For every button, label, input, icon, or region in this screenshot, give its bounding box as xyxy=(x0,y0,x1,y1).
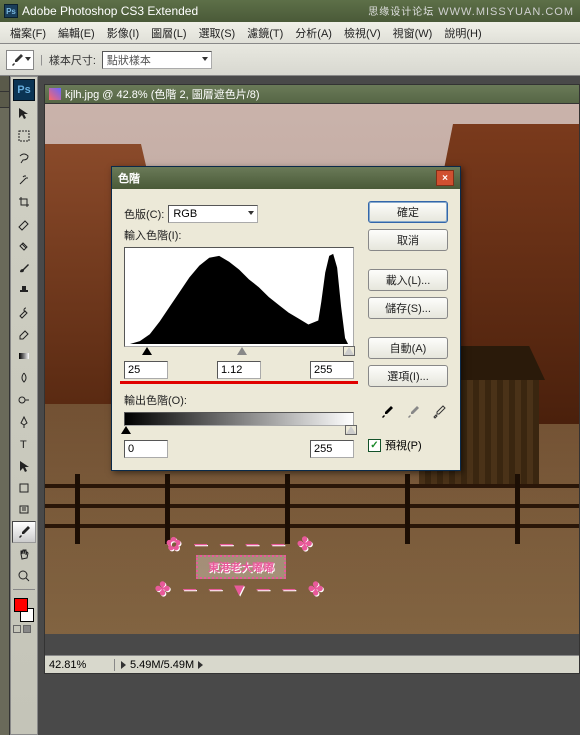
white-eyedropper[interactable] xyxy=(430,403,448,421)
type-tool[interactable]: T xyxy=(12,433,36,455)
menu-window[interactable]: 視窗(W) xyxy=(387,23,439,43)
sample-size-combo[interactable]: 點狀樣本 xyxy=(102,51,212,69)
toolbox: Ps T xyxy=(10,76,38,735)
menu-analysis[interactable]: 分析(A) xyxy=(289,23,338,43)
menu-view[interactable]: 檢視(V) xyxy=(338,23,387,43)
palette-well[interactable] xyxy=(0,76,10,735)
blur-tool[interactable] xyxy=(12,367,36,389)
input-gamma-field[interactable] xyxy=(217,361,261,379)
document-icon xyxy=(49,88,61,100)
disclosure-icon xyxy=(121,661,126,669)
zoom-field[interactable]: 42.81% xyxy=(45,659,115,671)
quickmask-toggle[interactable] xyxy=(12,624,36,636)
output-gradient xyxy=(124,412,354,426)
histogram xyxy=(124,247,354,347)
channel-label: 色版(C): xyxy=(124,206,164,222)
menu-file[interactable]: 檔案(F) xyxy=(4,23,52,43)
menu-edit[interactable]: 編輯(E) xyxy=(52,23,101,43)
pen-tool[interactable] xyxy=(12,411,36,433)
lasso-tool[interactable] xyxy=(12,147,36,169)
color-swatches[interactable] xyxy=(12,596,36,624)
eraser-tool[interactable] xyxy=(12,323,36,345)
menu-layer[interactable]: 圖層(L) xyxy=(145,23,192,43)
menu-image[interactable]: 影像(I) xyxy=(101,23,145,43)
white-point-handle[interactable] xyxy=(344,347,354,355)
input-slider[interactable] xyxy=(124,347,354,359)
input-levels-label: 輸入色階(I): xyxy=(124,227,181,243)
notes-tool[interactable] xyxy=(12,499,36,521)
gradient-tool[interactable] xyxy=(12,345,36,367)
menu-select[interactable]: 選取(S) xyxy=(193,23,242,43)
ok-button[interactable]: 確定 xyxy=(368,201,448,223)
marquee-tool[interactable] xyxy=(12,125,36,147)
workspace: Ps T kjlh.jpg @ 42 xyxy=(0,76,580,735)
cancel-button[interactable]: 取消 xyxy=(368,229,448,251)
close-button[interactable]: × xyxy=(436,170,454,186)
wand-tool[interactable] xyxy=(12,169,36,191)
output-slider[interactable] xyxy=(124,426,354,438)
disclosure-icon xyxy=(198,661,203,669)
heal-tool[interactable] xyxy=(12,235,36,257)
slice-tool[interactable] xyxy=(12,213,36,235)
ps-app-icon: Ps xyxy=(4,4,18,18)
canvas-area: kjlh.jpg @ 42.8% (色階 2, 圖層遮色片/8) xyxy=(38,76,580,735)
menubar: 檔案(F) 編輯(E) 影像(I) 圖層(L) 選取(S) 濾鏡(T) 分析(A… xyxy=(0,22,580,44)
zoom-tool[interactable] xyxy=(12,565,36,587)
dialog-title: 色階 xyxy=(118,170,436,186)
options-bar: | 樣本尺寸: 點狀樣本 xyxy=(0,44,580,76)
black-eyedropper[interactable] xyxy=(378,403,396,421)
document-titlebar[interactable]: kjlh.jpg @ 42.8% (色階 2, 圖層遮色片/8) xyxy=(44,84,580,104)
output-black-field[interactable] xyxy=(124,440,168,458)
sample-size-label: 樣本尺寸: xyxy=(49,52,96,68)
levels-dialog: 色階 × 色版(C): RGB 輸入色階(I): xyxy=(111,166,461,471)
output-white-field[interactable] xyxy=(310,440,354,458)
document-title: kjlh.jpg @ 42.8% (色階 2, 圖層遮色片/8) xyxy=(65,86,260,102)
brush-tool[interactable] xyxy=(12,257,36,279)
fg-swatch[interactable] xyxy=(14,598,28,612)
ps-logo-icon: Ps xyxy=(13,79,35,101)
output-levels-label: 輸出色階(O): xyxy=(124,392,187,408)
annotation-underline xyxy=(120,381,358,384)
site-watermark: 思缘设计论坛WWW.MISSYUAN.COM xyxy=(368,3,574,18)
status-bar: 42.81% 5.49M/5.49M xyxy=(45,655,579,673)
history-brush-tool[interactable] xyxy=(12,301,36,323)
input-white-field[interactable] xyxy=(310,361,354,379)
black-point-handle[interactable] xyxy=(142,347,152,355)
save-button[interactable]: 儲存(S)... xyxy=(368,297,448,319)
input-black-field[interactable] xyxy=(124,361,168,379)
svg-text:T: T xyxy=(20,439,27,451)
menu-help[interactable]: 說明(H) xyxy=(438,23,487,43)
out-black-handle[interactable] xyxy=(121,426,131,434)
tool-preset-picker[interactable] xyxy=(6,50,34,70)
preview-checkbox[interactable]: ✓ xyxy=(368,439,381,452)
channel-select[interactable]: RGB xyxy=(168,205,258,223)
dialog-titlebar[interactable]: 色階 × xyxy=(112,167,460,189)
eyedropper-icon xyxy=(10,53,24,67)
menu-filter[interactable]: 濾鏡(T) xyxy=(241,23,289,43)
move-tool[interactable] xyxy=(12,103,36,125)
gray-eyedropper[interactable] xyxy=(404,403,422,421)
watermark-stamp: ✿ ─ ─ ─ ─ ✤ 東港老大嘟嘟 ✤ ─ ─ ▾ ─ ─ ✤ xyxy=(155,534,327,600)
status-info[interactable]: 5.49M/5.49M xyxy=(115,659,209,671)
dodge-tool[interactable] xyxy=(12,389,36,411)
options-button[interactable]: 選項(I)... xyxy=(368,365,448,387)
stamp-tool[interactable] xyxy=(12,279,36,301)
load-button[interactable]: 載入(L)... xyxy=(368,269,448,291)
auto-button[interactable]: 自動(A) xyxy=(368,337,448,359)
out-white-handle[interactable] xyxy=(346,426,356,434)
crop-tool[interactable] xyxy=(12,191,36,213)
hand-tool[interactable] xyxy=(12,543,36,565)
shape-tool[interactable] xyxy=(12,477,36,499)
preview-label: 預視(P) xyxy=(385,437,422,453)
path-select-tool[interactable] xyxy=(12,455,36,477)
eyedropper-tool[interactable] xyxy=(12,521,36,543)
gamma-handle[interactable] xyxy=(237,347,247,355)
